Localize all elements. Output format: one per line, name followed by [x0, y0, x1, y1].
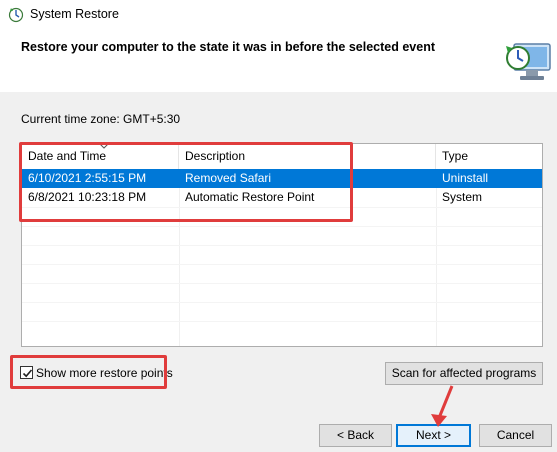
time-zone-label: Current time zone: GMT+5:30 — [21, 112, 181, 126]
row-divider — [22, 321, 542, 322]
annotation-arrow-icon — [431, 385, 454, 427]
row-type: System — [442, 190, 483, 204]
row-divider — [22, 283, 542, 284]
window-title: System Restore — [30, 7, 119, 21]
header-panel: Restore your computer to the state it wa… — [0, 30, 557, 92]
row-divider — [22, 207, 542, 208]
scan-affected-programs-button[interactable]: Scan for affected programs — [385, 362, 543, 385]
column-header-type[interactable]: Type — [436, 144, 542, 169]
row-date: 6/8/2021 10:23:18 PM — [28, 190, 147, 204]
row-description: Removed Safari — [185, 171, 272, 185]
row-date: 6/10/2021 2:55:15 PM — [28, 171, 147, 185]
row-divider — [22, 226, 542, 227]
restore-computer-icon — [506, 43, 551, 80]
row-type: Uninstall — [442, 171, 489, 185]
restore-points-list[interactable]: Date and Time Description Type 6/10/2021… — [21, 143, 543, 347]
column-header-description[interactable]: Description — [179, 144, 436, 169]
row-divider — [22, 245, 542, 246]
sort-arrow-icon — [100, 144, 108, 149]
row-divider — [22, 302, 542, 303]
table-row[interactable]: 6/8/2021 10:23:18 PM Automatic Restore P… — [22, 188, 542, 207]
next-button[interactable]: Next > — [396, 424, 471, 447]
back-button[interactable]: < Back — [319, 424, 392, 447]
system-restore-icon — [8, 7, 24, 23]
checkmark-icon — [22, 369, 33, 378]
title-bar: System Restore — [0, 0, 557, 30]
table-row[interactable]: 6/10/2021 2:55:15 PM Removed Safari Unin… — [22, 169, 542, 188]
row-divider — [22, 264, 542, 265]
cancel-button[interactable]: Cancel — [479, 424, 552, 447]
page-heading: Restore your computer to the state it wa… — [21, 40, 435, 54]
row-description: Automatic Restore Point — [185, 190, 315, 204]
show-more-label: Show more restore points — [36, 366, 173, 380]
show-more-checkbox[interactable] — [20, 366, 33, 379]
